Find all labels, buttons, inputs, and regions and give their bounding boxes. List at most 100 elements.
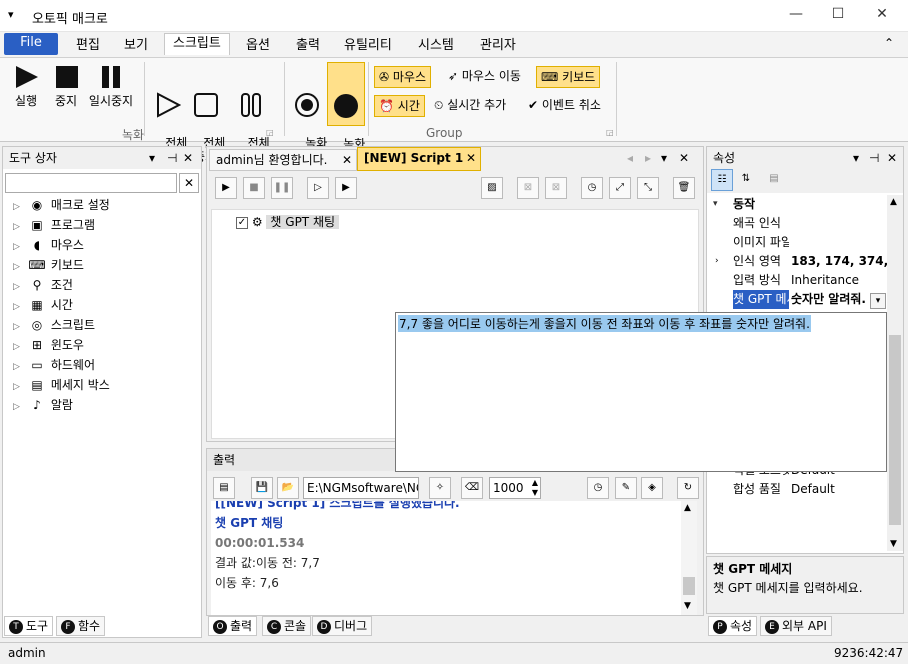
property-row[interactable]: 합성 품질 Default: [707, 480, 887, 499]
tree-item[interactable]: ▷ ⌨ 키보드: [13, 255, 84, 275]
tab-welcome[interactable]: admin님 환영합니다. ✕: [209, 149, 357, 171]
dialog-launcher-icon[interactable]: ◲: [266, 128, 274, 137]
pause-button[interactable]: 일시중지: [86, 62, 136, 108]
category-row[interactable]: ▾ 동작: [707, 195, 887, 214]
history-icon[interactable]: ◷: [581, 177, 603, 199]
output-scrollbar[interactable]: ▲ ▼: [681, 501, 697, 615]
stop-icon[interactable]: ■: [243, 177, 265, 199]
menu-system[interactable]: 시스템: [410, 36, 462, 58]
property-row[interactable]: 챗 GPT 메세지숫자만 알려줘.: [707, 290, 887, 309]
panel-dropdown-icon[interactable]: ▾: [853, 147, 859, 169]
pin-icon[interactable]: ⊣: [869, 147, 879, 169]
tree-item[interactable]: ▷ ▭ 하드웨어: [13, 355, 95, 375]
tree-item[interactable]: ▷ ▤ 메세지 박스: [13, 375, 110, 395]
scroll-thumb[interactable]: [889, 335, 901, 525]
chevron-right-icon[interactable]: ▷: [13, 237, 27, 257]
stop-button[interactable]: 중지: [48, 62, 84, 108]
mouse-move-button[interactable]: ➶ 마우스 이동: [444, 66, 525, 88]
open-folder-icon[interactable]: 📂: [277, 477, 299, 499]
clean-icon[interactable]: ✧: [429, 477, 451, 499]
close-button[interactable]: ✕: [872, 6, 892, 26]
chevron-right-icon[interactable]: ▷: [13, 377, 27, 397]
scroll-up-icon[interactable]: ▲: [890, 197, 897, 207]
run-button[interactable]: 실행: [8, 62, 44, 108]
property-row[interactable]: 이미지 파일: [707, 233, 887, 252]
panel-close-icon[interactable]: ✕: [183, 147, 193, 169]
line-count-stepper[interactable]: 1000 ▲ ▼: [489, 477, 541, 499]
output-log[interactable]: [[NEW] Script 1] 스크립트를 실행했습니다. 챗 GPT 채팅 00…: [211, 501, 681, 615]
tab-external-api[interactable]: E 외부 API: [760, 616, 832, 636]
chevron-right-icon[interactable]: ▷: [13, 257, 27, 277]
delete-icon[interactable]: 🗑: [673, 177, 695, 199]
script-node[interactable]: ✓ ⚙ 챗 GPT 채팅: [236, 213, 340, 231]
scroll-down-icon[interactable]: ▼: [684, 601, 691, 611]
chevron-right-icon[interactable]: ▷: [13, 397, 27, 417]
tab-properties[interactable]: P 속성: [708, 616, 758, 636]
chevron-right-icon[interactable]: ▷: [13, 317, 27, 337]
properties-scrollbar[interactable]: ▲ ▼: [887, 195, 903, 551]
tab-close-icon[interactable]: ✕: [342, 150, 352, 170]
menu-output[interactable]: 출력: [288, 36, 328, 58]
dropdown-arrow-icon[interactable]: ▾: [870, 293, 886, 309]
expand-icon[interactable]: ⤢: [609, 177, 631, 199]
tree-item[interactable]: ▷ ♪ 알람: [13, 395, 73, 415]
eraser-icon[interactable]: ⌫: [461, 477, 483, 499]
mouse-button[interactable]: ✇ 마우스: [374, 66, 432, 88]
menu-admin[interactable]: 관리자: [472, 36, 524, 58]
panel-dropdown-icon[interactable]: ▾: [149, 147, 155, 169]
menu-script[interactable]: 스크립트: [164, 33, 230, 55]
tree-item[interactable]: ▷ ⚲ 조건: [13, 275, 73, 295]
minimize-button[interactable]: —: [786, 6, 806, 26]
scroll-up-icon[interactable]: ▲: [684, 503, 691, 513]
property-row[interactable]: ›인식 영역183, 174, 374, 37: [707, 252, 887, 271]
refresh-icon[interactable]: ↻: [677, 477, 699, 499]
popup-text[interactable]: 7,7 좋을 어디로 이동하는게 좋을지 이동 전 좌표와 이동 후 좌표를 숫…: [398, 315, 811, 332]
realtime-add-button[interactable]: ⏲ 실시간 추가: [430, 95, 510, 117]
new-file-icon[interactable]: ▤: [213, 477, 235, 499]
record-stop-button[interactable]: 녹화 중지: [327, 62, 365, 165]
tree-item[interactable]: ▷ ▦ 시간: [13, 295, 73, 315]
chevron-right-icon[interactable]: ›: [715, 252, 719, 271]
tree-item[interactable]: ▷ ⊞ 윈도우: [13, 335, 84, 355]
chevron-right-icon[interactable]: ▷: [13, 277, 27, 297]
brush-icon[interactable]: ✎: [615, 477, 637, 499]
tab-list-icon[interactable]: ▾: [661, 151, 667, 165]
menu-edit[interactable]: 편집: [68, 36, 108, 58]
chevron-right-icon[interactable]: ▷: [13, 217, 27, 237]
disable-icon[interactable]: ⊠: [517, 177, 539, 199]
time-button[interactable]: ⏰ 시간: [374, 95, 425, 117]
editor-close-icon[interactable]: ✕: [679, 151, 689, 165]
clear-search-button[interactable]: ✕: [179, 173, 199, 193]
message-edit-popup[interactable]: 7,7 좋을 어디로 이동하는게 좋을지 이동 전 좌표와 이동 후 좌표를 숫…: [395, 312, 887, 472]
disable-all-icon[interactable]: ⊠: [545, 177, 567, 199]
scroll-down-icon[interactable]: ▼: [890, 539, 897, 549]
tab-functions[interactable]: F 함수: [56, 616, 106, 636]
menu-file[interactable]: File: [4, 33, 58, 55]
step-into-icon[interactable]: ▶: [335, 177, 357, 199]
toolbox-search-input[interactable]: [5, 173, 177, 193]
property-row[interactable]: 왜곡 인식: [707, 214, 887, 233]
pin-icon[interactable]: ⊣: [167, 147, 177, 169]
chevron-right-icon[interactable]: ▷: [13, 337, 27, 357]
tab-console[interactable]: C 콘솔: [262, 616, 312, 636]
tree-item[interactable]: ▷ ◉ 매크로 설정: [13, 195, 110, 215]
save-icon[interactable]: 💾: [251, 477, 273, 499]
sort-az-icon[interactable]: ⇅: [735, 169, 757, 191]
tree-item[interactable]: ▷ ▣ 프로그램: [13, 215, 95, 235]
tab-output[interactable]: O 출력: [208, 616, 258, 636]
fill-icon[interactable]: ◈: [641, 477, 663, 499]
property-row[interactable]: 입력 방식 Inheritance: [707, 271, 887, 290]
tab-debug[interactable]: D 디버그: [312, 616, 373, 636]
tab-script-1[interactable]: [NEW] Script 1 ✕: [357, 147, 481, 171]
output-path-field[interactable]: E:\NGMsoftware\NG: [303, 477, 419, 499]
collapse-ribbon-icon[interactable]: ⌃: [884, 36, 894, 50]
tab-next-icon[interactable]: ▸: [645, 151, 651, 165]
event-cancel-button[interactable]: ✔ 이벤트 취소: [524, 95, 605, 117]
maximize-button[interactable]: ☐: [828, 6, 848, 26]
menu-view[interactable]: 보기: [116, 36, 156, 58]
clock-icon[interactable]: ◷: [587, 477, 609, 499]
chevron-right-icon[interactable]: ▷: [13, 357, 27, 377]
node-checkbox[interactable]: ✓: [236, 216, 248, 229]
step-icon[interactable]: ▷: [307, 177, 329, 199]
menu-options[interactable]: 옵션: [238, 36, 278, 58]
